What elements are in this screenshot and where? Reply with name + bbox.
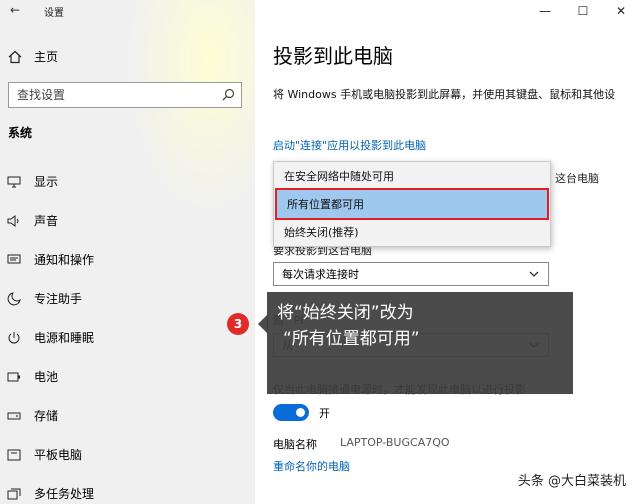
sidebar-item-battery[interactable]: 电池 xyxy=(0,357,255,396)
moon-icon xyxy=(6,291,22,307)
sidebar-nav: 显示 声音 通知和操作 专注助手 电源和睡眠 电池 存储 平板电脑 多任务处理 xyxy=(0,162,255,504)
pc-name-label: 电脑名称 xyxy=(273,438,317,451)
home-icon xyxy=(8,50,22,63)
sidebar-item-label: 电源和睡眠 xyxy=(34,331,95,345)
annotation-callout: 将“始终关闭”改为 “所有位置都可用” xyxy=(267,292,573,394)
sidebar-item-label: 存储 xyxy=(34,409,59,423)
sidebar-item-label: 多任务处理 xyxy=(34,487,95,501)
home-label: 主页 xyxy=(34,50,59,64)
sidebar-item-multitasking[interactable]: 多任务处理 xyxy=(0,474,255,504)
sidebar-item-label: 声音 xyxy=(34,214,59,228)
multitask-icon xyxy=(6,486,22,502)
sidebar-item-tablet[interactable]: 平板电脑 xyxy=(0,435,255,474)
sidebar-home[interactable]: 主页 xyxy=(8,48,58,65)
close-button[interactable]: ✕ xyxy=(602,0,640,22)
power-icon xyxy=(6,330,22,346)
minimize-button[interactable]: — xyxy=(526,0,564,22)
pc-name-value: LAPTOP-BUGCA7QO xyxy=(340,436,450,449)
maximize-button[interactable]: ☐ xyxy=(564,0,602,22)
step-badge: 3 xyxy=(227,313,249,335)
sidebar-item-label: 通知和操作 xyxy=(34,253,95,267)
toggle-state-label: 开 xyxy=(319,407,330,420)
menu-item-always-off[interactable]: 始终关闭(推荐) xyxy=(274,218,550,246)
sidebar-item-storage[interactable]: 存储 xyxy=(0,396,255,435)
toggle-knob xyxy=(296,408,305,417)
watermark: 头条 @大白菜装机 xyxy=(517,474,626,489)
sidebar-item-focus[interactable]: 专注助手 xyxy=(0,279,255,318)
availability-dropdown-menu: 在安全网络中随处可用 所有位置都可用 始终关闭(推荐) xyxy=(273,161,551,247)
request-dropdown-value: 每次请求连接时 xyxy=(282,268,359,281)
window-controls: — ☐ ✕ xyxy=(526,0,640,22)
page-description: 将 Windows 手机或电脑投影到此屏幕，并使用其键盘、鼠标和其他设 xyxy=(273,88,616,101)
sidebar-item-sound[interactable]: 声音 xyxy=(0,201,255,240)
tablet-icon xyxy=(6,447,22,463)
chevron-down-icon xyxy=(529,271,539,277)
sidebar-item-label: 显示 xyxy=(34,175,59,189)
search-icon[interactable] xyxy=(222,88,235,101)
page-title: 投影到此电脑 xyxy=(273,44,393,68)
sidebar: ← 设置 主页 系统 显示 xyxy=(0,0,255,504)
plugged-in-toggle[interactable] xyxy=(273,404,309,421)
sidebar-item-notifications[interactable]: 通知和操作 xyxy=(0,240,255,279)
obscured-option-text: 这台电脑 xyxy=(555,172,599,185)
search-input[interactable] xyxy=(9,83,209,107)
app-title: 设置 xyxy=(44,8,64,19)
menu-item-secure-network[interactable]: 在安全网络中随处可用 xyxy=(274,162,550,190)
sidebar-item-label: 平板电脑 xyxy=(34,448,83,462)
request-dropdown[interactable]: 每次请求连接时 xyxy=(273,262,549,286)
back-arrow-icon[interactable]: ← xyxy=(10,3,20,17)
rename-pc-link[interactable]: 重命名你的电脑 xyxy=(273,458,350,474)
section-title: 系统 xyxy=(8,126,33,140)
annotation-line-1: 将“始终关闭”改为 xyxy=(277,303,414,323)
battery-icon xyxy=(6,369,22,385)
start-connect-app-link[interactable]: 启动"连接"应用以投影到此电脑 xyxy=(273,137,426,153)
main-content: — ☐ ✕ 投影到此电脑 将 Windows 手机或电脑投影到此屏幕，并使用其键… xyxy=(255,0,640,504)
sidebar-item-display[interactable]: 显示 xyxy=(0,162,255,201)
settings-window: ← 设置 主页 系统 显示 xyxy=(0,0,640,504)
monitor-icon xyxy=(6,174,22,190)
sidebar-item-label: 电池 xyxy=(34,370,59,384)
storage-icon xyxy=(6,408,22,424)
annotation-line-2: “所有位置都可用” xyxy=(283,329,420,349)
notification-icon xyxy=(6,252,22,268)
speaker-icon xyxy=(6,213,22,229)
search-box[interactable] xyxy=(8,82,242,108)
menu-item-everywhere[interactable]: 所有位置都可用 xyxy=(275,188,549,220)
sidebar-item-power[interactable]: 电源和睡眠 xyxy=(0,318,255,357)
sidebar-item-label: 专注助手 xyxy=(34,292,83,306)
